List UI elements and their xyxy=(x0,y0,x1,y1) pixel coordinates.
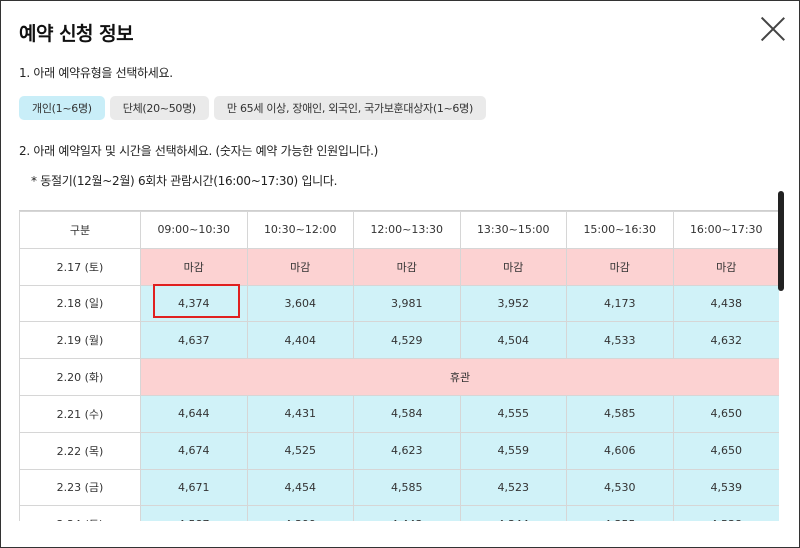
slot-closed-cell: 마감 xyxy=(353,247,461,286)
type-group-button[interactable]: 단체(20~50명) xyxy=(109,96,209,120)
slot-available-cell[interactable]: 4,530 xyxy=(566,468,674,507)
step2-instruction: 2. 아래 예약일자 및 시간을 선택하세요. (숫자는 예약 가능한 인원입니… xyxy=(19,144,378,158)
table-row: 2.18 (일) 4,374 3,604 3,981 3,952 4,173 4,438 xyxy=(19,284,779,323)
slot-available-cell[interactable]: 4,555 xyxy=(459,394,567,433)
row-date: 2.19 (월) xyxy=(19,321,141,360)
slot-available-cell[interactable]: 4,650 xyxy=(672,394,779,433)
header-slot-1: 09:00~10:30 xyxy=(140,211,248,249)
slot-available-cell[interactable]: 3,981 xyxy=(353,284,461,323)
step1-instruction: 1. 아래 예약유형을 선택하세요. xyxy=(19,66,173,80)
slot-available-cell[interactable]: 4,585 xyxy=(353,468,461,507)
header-label: 구분 xyxy=(19,211,141,249)
slot-available-cell[interactable]: 4,355 xyxy=(566,505,674,521)
slot-available-cell[interactable]: 4,438 xyxy=(672,284,779,323)
slot-available-cell[interactable]: 4,538 xyxy=(672,505,779,521)
slot-available-cell[interactable]: 3,604 xyxy=(246,284,354,323)
slot-available-cell[interactable]: 4,374 xyxy=(140,284,248,323)
slot-available-cell[interactable]: 4,632 xyxy=(672,321,779,360)
slot-available-cell[interactable]: 4,523 xyxy=(459,468,567,507)
table-row: 2.21 (수) 4,644 4,431 4,584 4,555 4,585 4,650 xyxy=(19,394,779,433)
close-icon[interactable] xyxy=(759,15,787,43)
scrollbar-thumb[interactable] xyxy=(778,191,784,291)
slot-closed-cell: 마감 xyxy=(140,247,248,286)
slot-closed-cell: 마감 xyxy=(459,247,567,286)
row-date: 2.24 (토) xyxy=(19,505,141,521)
slot-available-cell[interactable]: 4,443 xyxy=(353,505,461,521)
row-date: 2.23 (금) xyxy=(19,468,141,507)
slot-available-cell[interactable]: 4,525 xyxy=(246,431,354,470)
slot-available-cell[interactable]: 4,173 xyxy=(566,284,674,323)
slot-available-cell[interactable]: 4,533 xyxy=(566,321,674,360)
slot-available-cell[interactable]: 4,404 xyxy=(246,321,354,360)
type-individual-button[interactable]: 개인(1~6명) xyxy=(19,96,105,120)
slot-available-cell[interactable]: 4,529 xyxy=(353,321,461,360)
header-slot-6: 16:00~17:30 xyxy=(672,211,779,249)
table-row: 2.22 (목) 4,674 4,525 4,623 4,559 4,606 4,650 xyxy=(19,431,779,470)
slot-available-cell[interactable]: 4,674 xyxy=(140,431,248,470)
slot-available-cell[interactable]: 4,606 xyxy=(566,431,674,470)
row-date: 2.18 (일) xyxy=(19,284,141,323)
slot-available-cell[interactable]: 4,559 xyxy=(459,431,567,470)
header-slot-5: 15:00~16:30 xyxy=(566,211,674,249)
table-row: 2.19 (월) 4,637 4,404 4,529 4,504 4,533 4,632 xyxy=(19,321,779,360)
header-slot-4: 13:30~15:00 xyxy=(459,211,567,249)
slot-available-cell[interactable]: 4,504 xyxy=(459,321,567,360)
holiday-cell: 휴관 xyxy=(140,358,779,396)
slot-available-cell[interactable]: 4,585 xyxy=(566,394,674,433)
dialog-title: 예약 신청 정보 xyxy=(19,23,134,45)
header-slot-2: 10:30~12:00 xyxy=(246,211,354,249)
slot-available-cell[interactable]: 4,584 xyxy=(353,394,461,433)
row-date: 2.17 (토) xyxy=(19,247,141,286)
slot-available-cell[interactable]: 4,399 xyxy=(246,505,354,521)
winter-hours-note: * 동절기(12월~2월) 6회차 관람시간(16:00~17:30) 입니다. xyxy=(31,174,338,188)
table-row: 2.23 (금) 4,671 4,454 4,585 4,523 4,530 4,539 xyxy=(19,468,779,507)
row-date: 2.22 (목) xyxy=(19,431,141,470)
schedule-table: 구분 09:00~10:30 10:30~12:00 12:00~13:30 1… xyxy=(19,211,779,521)
slot-available-cell[interactable]: 4,431 xyxy=(246,394,354,433)
slot-available-cell[interactable]: 4,650 xyxy=(672,431,779,470)
schedule-table-container: 구분 09:00~10:30 10:30~12:00 12:00~13:30 1… xyxy=(19,210,779,521)
table-row: 2.17 (토) 마감 마감 마감 마감 마감 마감 xyxy=(19,247,779,286)
slot-available-cell[interactable]: 4,344 xyxy=(459,505,567,521)
slot-closed-cell: 마감 xyxy=(566,247,674,286)
header-slot-3: 12:00~13:30 xyxy=(353,211,461,249)
slot-closed-cell: 마감 xyxy=(672,247,779,286)
table-row: 2.24 (토)4,5874,3994,4434,3444,3554,538 xyxy=(19,505,779,521)
slot-available-cell[interactable]: 4,539 xyxy=(672,468,779,507)
row-date: 2.20 (화) xyxy=(19,358,141,396)
slot-available-cell[interactable]: 4,644 xyxy=(140,394,248,433)
table-row: 2.20 (화) 휴관 xyxy=(19,358,779,396)
row-date: 2.21 (수) xyxy=(19,394,141,433)
slot-available-cell[interactable]: 4,587 xyxy=(140,505,248,521)
reservation-dialog: 예약 신청 정보 1. 아래 예약유형을 선택하세요. 개인(1~6명) 단체(… xyxy=(0,0,800,548)
slot-available-cell[interactable]: 4,637 xyxy=(140,321,248,360)
slot-available-cell[interactable]: 4,671 xyxy=(140,468,248,507)
type-discount-button[interactable]: 만 65세 이상, 장애인, 외국인, 국가보훈대상자(1~6명) xyxy=(213,96,486,120)
slot-available-cell[interactable]: 4,623 xyxy=(353,431,461,470)
slot-available-cell[interactable]: 4,454 xyxy=(246,468,354,507)
table-header-row: 구분 09:00~10:30 10:30~12:00 12:00~13:30 1… xyxy=(19,211,779,249)
slot-available-cell[interactable]: 3,952 xyxy=(459,284,567,323)
reservation-type-group: 개인(1~6명) 단체(20~50명) 만 65세 이상, 장애인, 외국인, … xyxy=(19,96,486,120)
slot-closed-cell: 마감 xyxy=(246,247,354,286)
